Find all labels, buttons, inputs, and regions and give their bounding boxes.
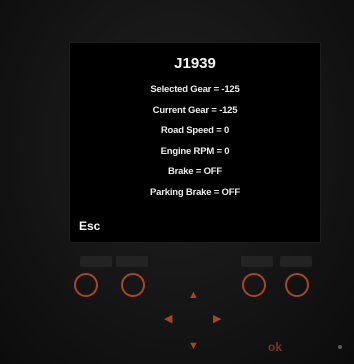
parking-brake-line: Parking Brake = OFF bbox=[150, 186, 240, 198]
device-bezel: J1939 Selected Gear = -125 Current Gear … bbox=[0, 0, 354, 364]
esc-softkey-label: Esc bbox=[79, 219, 101, 233]
current-gear-line: Current Gear = -125 bbox=[152, 104, 238, 116]
brake-line: Brake = OFF bbox=[167, 166, 223, 177]
softkey-tab-3 bbox=[241, 256, 273, 267]
arrow-down-icon[interactable]: ▼ bbox=[188, 341, 199, 352]
arrow-right-icon[interactable]: ▶ bbox=[213, 314, 221, 325]
arrow-left-icon[interactable]: ◀ bbox=[164, 314, 172, 325]
softkey-tab-2 bbox=[116, 256, 148, 267]
status-list: Selected Gear = -125 Current Gear = -125… bbox=[70, 80, 320, 203]
display-screen: J1939 Selected Gear = -125 Current Gear … bbox=[70, 43, 320, 242]
status-led bbox=[338, 345, 342, 349]
selected-gear-line: Selected Gear = -125 bbox=[150, 84, 240, 95]
softkey-1-esc-button[interactable] bbox=[74, 273, 98, 297]
screen-title: J1939 bbox=[174, 55, 216, 72]
engine-rpm-line: Engine RPM = 0 bbox=[160, 145, 230, 157]
softkey-4-button[interactable] bbox=[285, 273, 309, 297]
softkey-tab-4 bbox=[280, 256, 312, 267]
road-speed-line: Road Speed = 0 bbox=[160, 125, 230, 136]
ok-button[interactable]: ok bbox=[268, 340, 282, 354]
softkey-2-button[interactable] bbox=[121, 273, 145, 297]
arrow-up-icon[interactable]: ▲ bbox=[188, 290, 199, 301]
softkey-3-button[interactable] bbox=[242, 273, 266, 297]
softkey-tab-1 bbox=[80, 256, 112, 267]
